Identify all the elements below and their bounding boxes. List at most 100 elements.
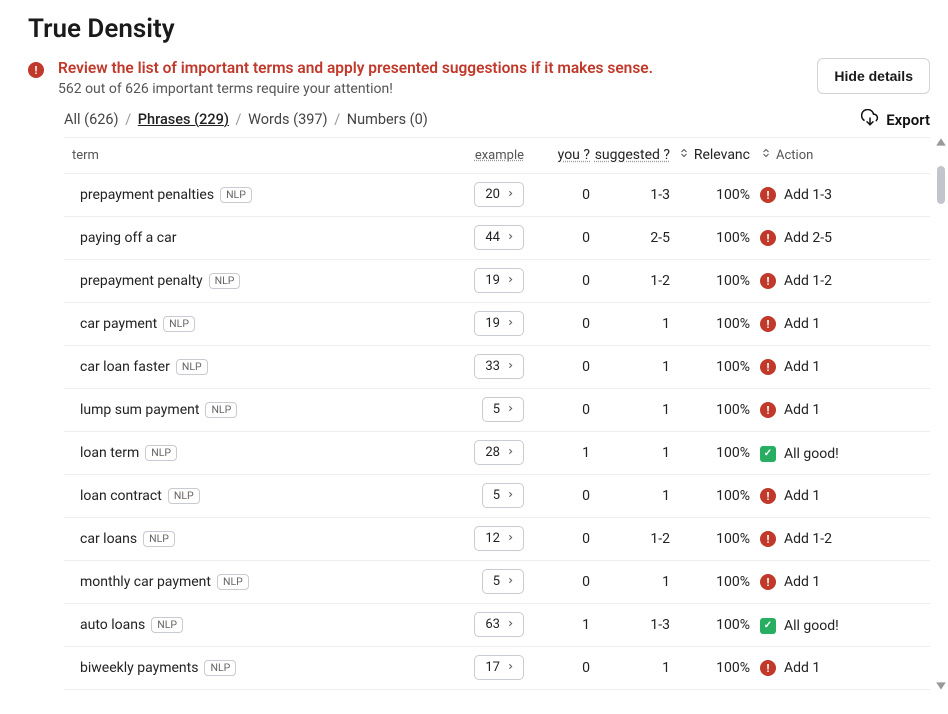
scroll-thumb[interactable] — [937, 166, 945, 204]
attention-banner: ! Review the list of important terms and… — [28, 58, 930, 97]
example-pill[interactable]: 33 — [474, 354, 524, 379]
example-pill[interactable]: 63 — [474, 612, 524, 637]
you-value: 0 — [524, 230, 594, 246]
you-value: 1 — [524, 445, 594, 461]
action-add[interactable]: !Add 1-3 — [760, 187, 832, 203]
example-pill[interactable]: 20 — [474, 182, 524, 207]
chevron-right-icon — [506, 617, 515, 632]
example-pill[interactable]: 19 — [474, 268, 524, 293]
example-pill[interactable]: 12 — [474, 526, 524, 551]
chevron-right-icon — [506, 660, 515, 675]
example-pill[interactable]: 17 — [474, 655, 524, 680]
term-text: monthly car paymentNLP — [72, 574, 249, 591]
nlp-badge: NLP — [217, 574, 249, 591]
filter-tabs: All (626) / Phrases (229) / Words (397) … — [64, 111, 428, 128]
table-row: biweekly paymentsNLP1701100%!Add 1 — [64, 647, 930, 690]
suggested-value: 1 — [594, 488, 674, 504]
alert-icon: ! — [760, 531, 776, 547]
suggested-value: 1 — [594, 402, 674, 418]
check-icon: ✓ — [760, 446, 776, 462]
suggested-value: 1 — [594, 660, 674, 676]
relevance-value: 100% — [674, 660, 754, 676]
action-add[interactable]: !Add 1 — [760, 660, 820, 676]
table-row: auto loansNLP6311-3100%✓All good! — [64, 604, 930, 647]
term-text: paying off a car — [72, 230, 176, 246]
table-row: car loan fasterNLP3301100%!Add 1 — [64, 346, 930, 389]
example-pill[interactable]: 5 — [482, 397, 524, 422]
action-good: ✓ All good! — [760, 446, 839, 462]
action-label: All good! — [784, 446, 839, 462]
suggested-value: 1 — [594, 359, 674, 375]
sort-icon — [760, 147, 772, 163]
col-example[interactable]: example — [444, 148, 524, 163]
table-row: monthly car paymentNLP501100%!Add 1 — [64, 561, 930, 604]
scrollbar[interactable] — [935, 138, 945, 690]
col-term[interactable]: term — [64, 148, 444, 163]
col-relevance[interactable]: Relevanc — [674, 147, 754, 163]
filter-all[interactable]: All (626) — [64, 111, 119, 128]
action-label: Add 1 — [784, 488, 820, 504]
action-add[interactable]: !Add 2-5 — [760, 230, 832, 246]
action-good: ✓ All good! — [760, 618, 839, 634]
action-add[interactable]: !Add 1 — [760, 316, 820, 332]
hide-details-button[interactable]: Hide details — [817, 58, 930, 94]
page-title: True Density — [28, 14, 930, 44]
term-text: car paymentNLP — [72, 316, 195, 333]
relevance-value: 100% — [674, 187, 754, 203]
suggested-value: 1-3 — [594, 187, 674, 203]
action-label: Add 2-5 — [784, 230, 832, 246]
chevron-right-icon — [506, 574, 515, 589]
relevance-value: 100% — [674, 359, 754, 375]
action-add[interactable]: ! Add 1 — [760, 402, 820, 418]
col-action[interactable]: Action — [754, 147, 924, 163]
nlp-badge: NLP — [205, 402, 237, 419]
check-icon: ✓ — [760, 618, 776, 634]
nlp-badge: NLP — [204, 660, 236, 677]
nlp-badge: NLP — [143, 531, 175, 548]
action-label: Add 1-2 — [784, 531, 832, 547]
col-you[interactable]: you ? — [524, 147, 594, 163]
chevron-right-icon — [506, 445, 515, 460]
action-label: All good! — [784, 618, 839, 634]
action-label: Add 1 — [784, 402, 820, 418]
alert-icon: ! — [760, 402, 776, 418]
filter-numbers[interactable]: Numbers (0) — [347, 111, 428, 128]
action-add[interactable]: !Add 1 — [760, 574, 820, 590]
filter-phrases[interactable]: Phrases (229) — [138, 111, 229, 128]
you-value: 0 — [524, 531, 594, 547]
table-row: lump sum paymentNLP501100%!Add 1 — [64, 389, 930, 432]
nlp-badge: NLP — [176, 359, 208, 376]
example-pill[interactable]: 5 — [482, 569, 524, 594]
scroll-down-arrow[interactable] — [935, 680, 947, 692]
suggested-value: 1 — [594, 445, 674, 461]
scroll-up-arrow[interactable] — [935, 136, 947, 148]
term-text: prepayment penaltyNLP — [72, 273, 240, 290]
suggested-value: 1-2 — [594, 531, 674, 547]
term-text: biweekly paymentsNLP — [72, 660, 236, 677]
example-pill[interactable]: 28 — [474, 440, 524, 465]
action-add[interactable]: ! Add 1-2 — [760, 531, 832, 547]
export-button[interactable]: Export — [861, 109, 930, 131]
relevance-value: 100% — [674, 488, 754, 504]
action-add[interactable]: !Add 1-2 — [760, 273, 832, 289]
action-label: Add 1 — [784, 359, 820, 375]
term-text: car loansNLP — [72, 531, 175, 548]
example-pill[interactable]: 5 — [482, 483, 524, 508]
action-add[interactable]: ! Add 1 — [760, 488, 820, 504]
export-label: Export — [886, 111, 930, 129]
suggested-value: 2-5 — [594, 230, 674, 246]
table-row: paying off a car4402-5100%!Add 2-5 — [64, 217, 930, 260]
action-add[interactable]: !Add 1 — [760, 359, 820, 375]
alert-icon: ! — [760, 488, 776, 504]
col-suggested[interactable]: suggested ? — [594, 147, 674, 163]
alert-icon: ! — [760, 273, 776, 289]
you-value: 0 — [524, 488, 594, 504]
term-text: auto loansNLP — [72, 617, 183, 634]
suggested-value: 1 — [594, 316, 674, 332]
filter-words[interactable]: Words (397) — [248, 111, 327, 128]
action-label: Add 1-3 — [784, 187, 832, 203]
example-pill[interactable]: 19 — [474, 311, 524, 336]
you-value: 0 — [524, 402, 594, 418]
table-row: prepayment penaltiesNLP2001-3100%!Add 1-… — [64, 174, 930, 217]
example-pill[interactable]: 44 — [474, 225, 524, 250]
